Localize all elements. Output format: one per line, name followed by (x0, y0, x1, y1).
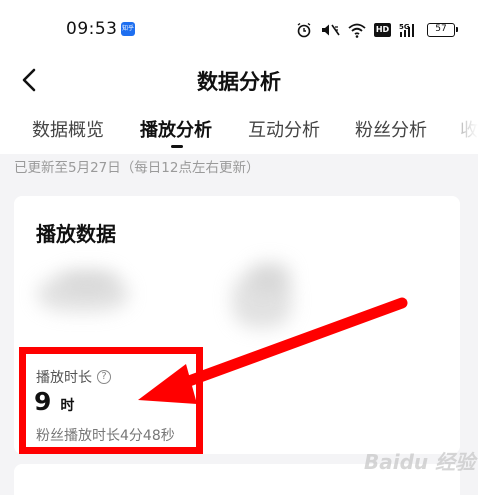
page-title: 数据分析 (197, 70, 281, 94)
alarm-icon (297, 22, 311, 38)
hd-icon: HD (374, 23, 391, 37)
signal-5g-icon: 5G (399, 23, 414, 37)
tab-playback[interactable]: 播放分析 (140, 116, 212, 142)
status-icons: HD 5G 57 (296, 20, 458, 40)
annotation-highlight-box (19, 347, 203, 454)
card-title: 播放数据 (36, 222, 116, 246)
tab-fans[interactable]: 粉丝分析 (355, 116, 427, 142)
active-tab-indicator (171, 145, 183, 148)
blurred-metric (58, 270, 118, 290)
page-header: 数据分析 (0, 58, 478, 102)
status-bar: 09:53 知乎 HD 5G 57 (0, 0, 478, 58)
battery-icon: 57 (427, 23, 458, 37)
update-note: 已更新至5月27日（每日12点左右更新） (14, 160, 260, 176)
analysis-tabs: 数据概览 播放分析 互动分析 粉丝分析 收 (0, 102, 478, 154)
zhihu-app-icon: 知乎 (121, 22, 135, 36)
blurred-metric (250, 262, 290, 290)
tab-overview[interactable]: 数据概览 (32, 116, 104, 142)
mute-icon (322, 24, 340, 36)
status-time: 09:53 (66, 19, 118, 39)
watermark: Baidu 经验 (364, 450, 476, 474)
tab-interaction[interactable]: 互动分析 (248, 116, 320, 142)
tab-fade (460, 116, 478, 140)
wifi-icon (348, 23, 366, 38)
